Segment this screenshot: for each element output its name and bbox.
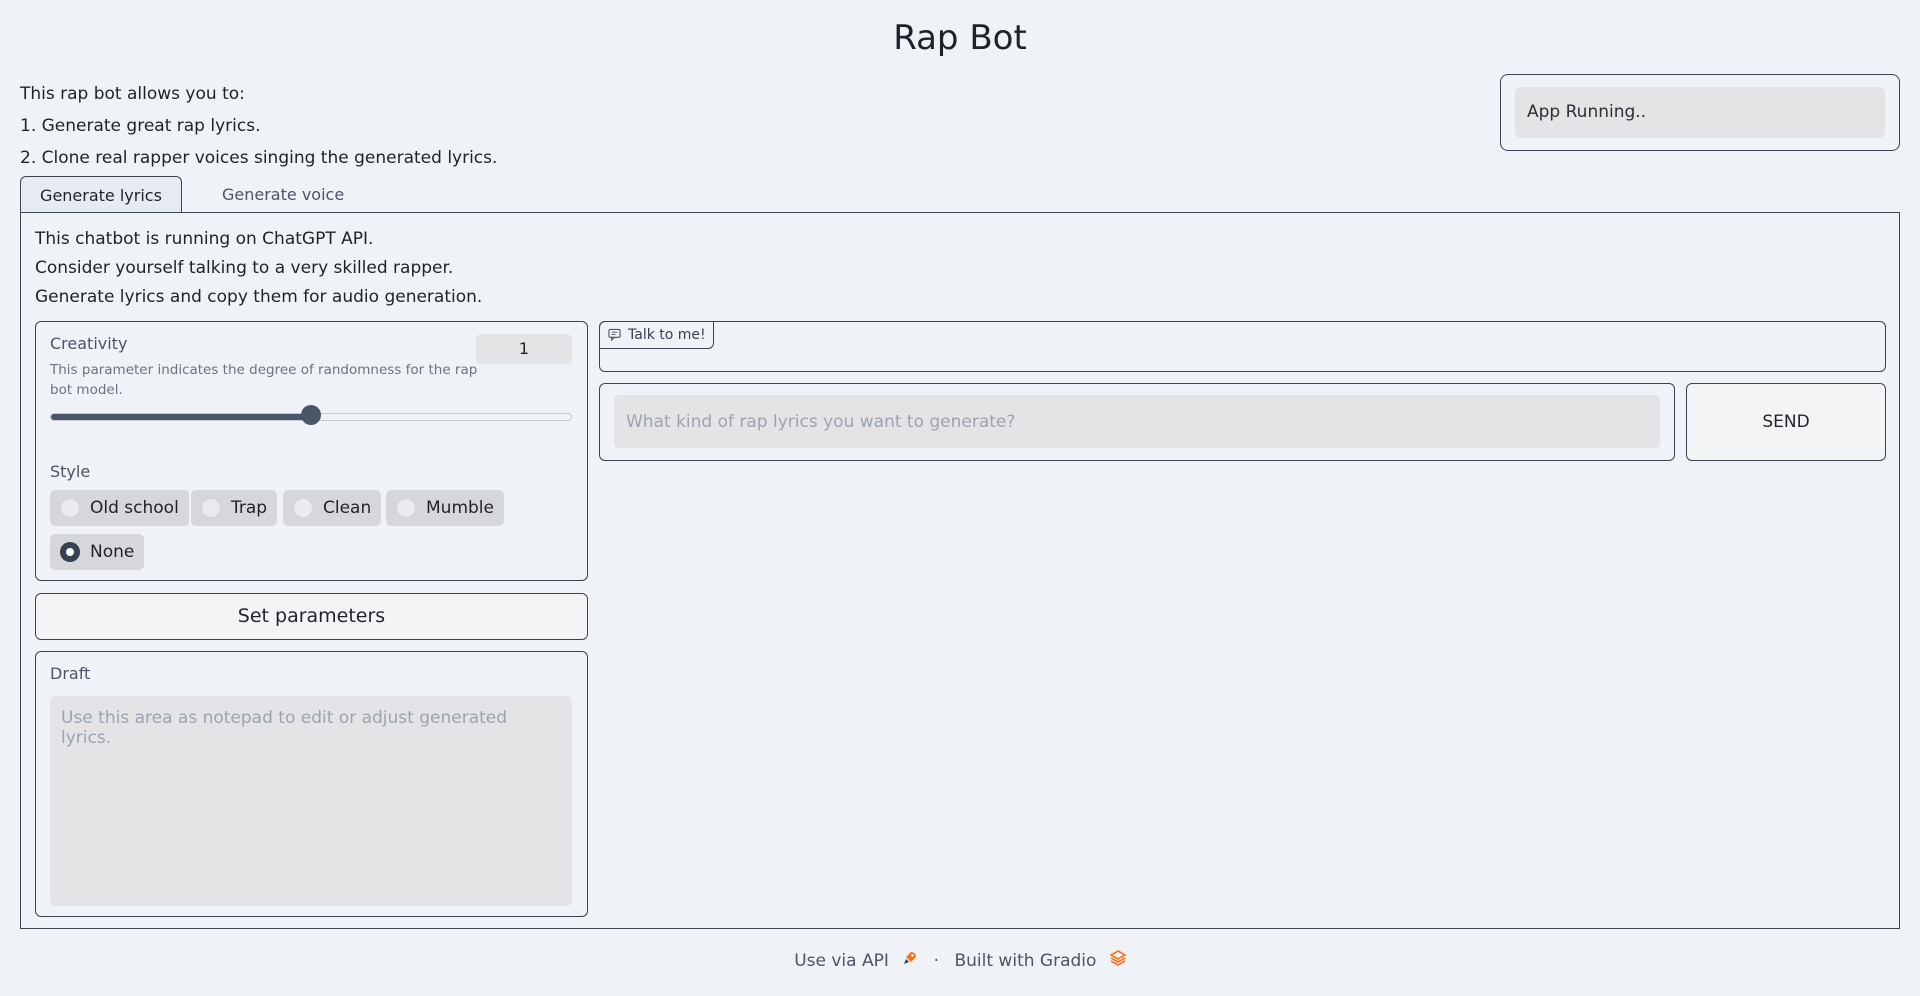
chat-bubble-icon [608, 328, 621, 341]
radio-circle-icon [60, 498, 80, 518]
status-panel: App Running.. [1500, 74, 1900, 151]
draft-textarea[interactable] [50, 696, 572, 906]
description-line: Consider yourself talking to a very skil… [35, 258, 454, 278]
creativity-slider-fill [51, 414, 312, 420]
style-option-clean[interactable]: Clean [283, 490, 382, 526]
rocket-icon [904, 952, 917, 964]
gradio-logo-icon [1109, 950, 1127, 966]
footer: Use via API · Built with Gradio [0, 950, 1920, 971]
style-option-old-school[interactable]: Old school [50, 490, 189, 526]
intro-line: 1. Generate great rap lyrics. [20, 116, 261, 136]
radio-selected-icon [60, 542, 80, 562]
creativity-number-input[interactable]: 1 [476, 334, 572, 364]
style-option-label: Mumble [426, 498, 494, 518]
gradio-link-label: Built with Gradio [954, 951, 1097, 971]
lyrics-panel: This chatbot is running on ChatGPT API. … [20, 212, 1900, 929]
message-panel [599, 383, 1675, 461]
use-via-api-link[interactable]: Use via API [794, 950, 918, 971]
style-option-label: Old school [90, 498, 179, 518]
style-option-trap[interactable]: Trap [191, 490, 278, 526]
style-option-label: Trap [231, 498, 268, 518]
radio-circle-icon [293, 498, 313, 518]
built-with-gradio-link[interactable]: Built with Gradio [954, 950, 1127, 971]
tab-generate-voice[interactable]: Generate voice [202, 176, 364, 213]
page-title: Rap Bot [893, 18, 1027, 58]
lyrics-description: This chatbot is running on ChatGPT API. … [35, 225, 482, 312]
style-option-none[interactable]: None [50, 534, 145, 570]
style-option-mumble[interactable]: Mumble [386, 490, 504, 526]
creativity-slider-thumb[interactable] [301, 405, 321, 425]
intro-line: 2. Clone real rapper voices singing the … [20, 148, 498, 168]
draft-panel: Draft [35, 651, 588, 917]
style-option-label: None [90, 542, 135, 562]
radio-circle-icon [201, 498, 221, 518]
intro-line: This rap bot allows you to: [20, 84, 245, 104]
creativity-info: This parameter indicates the degree of r… [50, 362, 478, 398]
message-input[interactable] [614, 395, 1660, 448]
creativity-label: Creativity [50, 334, 128, 353]
chatbot-panel: Talk to me! [599, 321, 1886, 372]
send-button[interactable]: SEND [1686, 383, 1886, 461]
status-textbox[interactable]: App Running.. [1515, 87, 1885, 138]
style-label: Style [50, 462, 91, 481]
api-link-label: Use via API [794, 951, 889, 971]
description-line: Generate lyrics and copy them for audio … [35, 287, 483, 307]
chatbot-badge: Talk to me! [599, 321, 714, 349]
set-parameters-button[interactable]: Set parameters [35, 593, 588, 640]
intro-text: This rap bot allows you to: 1. Generate … [20, 78, 497, 174]
tab-generate-lyrics[interactable]: Generate lyrics [20, 176, 182, 213]
radio-circle-icon [396, 498, 416, 518]
footer-separator: · [933, 950, 940, 971]
chatbot-badge-label: Talk to me! [628, 327, 706, 343]
style-option-label: Clean [323, 498, 372, 518]
draft-label: Draft [50, 664, 91, 683]
parameters-panel: Creativity This parameter indicates the … [35, 321, 588, 581]
description-line: This chatbot is running on ChatGPT API. [35, 229, 374, 249]
